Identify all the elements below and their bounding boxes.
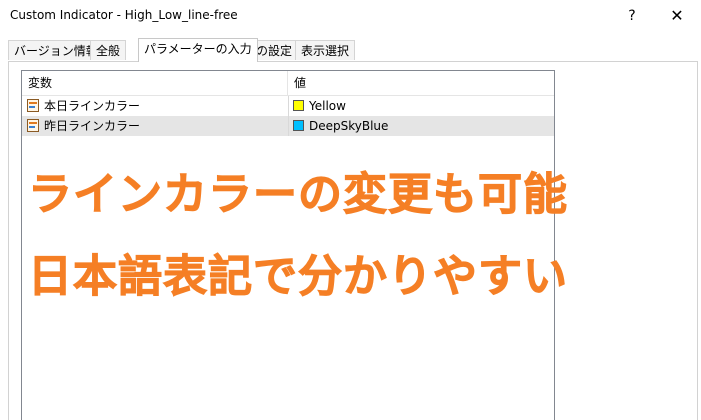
param-name-cell: 本日ラインカラー [26, 96, 286, 116]
close-button[interactable]: ✕ [655, 3, 699, 29]
param-name: 本日ラインカラー [44, 99, 141, 113]
param-name-cell: 昨日ラインカラー [26, 116, 286, 136]
color-swatch-icon [293, 120, 304, 131]
list-header: 変数 値 [22, 71, 554, 96]
tab-parameters[interactable]: パラメーターの入力 [138, 38, 258, 62]
window-title: Custom Indicator - High_Low_line-free [10, 8, 238, 22]
tab-general[interactable]: 全般 [90, 40, 127, 60]
parameter-icon [26, 119, 40, 132]
help-button[interactable]: ? [612, 3, 652, 29]
param-name: 昨日ラインカラー [44, 119, 141, 133]
title-bar: Custom Indicator - High_Low_line-free ? … [0, 0, 701, 32]
table-row[interactable]: 本日ラインカラー Yellow [22, 96, 554, 116]
param-value-cell[interactable]: Yellow [288, 96, 554, 116]
table-row[interactable]: 昨日ラインカラー DeepSkyBlue [22, 116, 554, 136]
param-value: Yellow [309, 99, 346, 113]
param-value-cell[interactable]: DeepSkyBlue [288, 116, 554, 136]
promo-text-line-1: ラインカラーの変更も可能 [28, 169, 568, 221]
param-value: DeepSkyBlue [309, 119, 389, 133]
tab-strip: バージョン情報 全般 パラメーターの入力 色の設定 表示選択 [8, 38, 698, 62]
color-swatch-icon [293, 100, 304, 111]
promo-text-line-2: 日本語表記で分かりやすい [28, 251, 568, 303]
parameter-icon [26, 99, 40, 112]
column-header-variable[interactable]: 変数 [22, 71, 288, 95]
column-header-value[interactable]: 値 [288, 71, 554, 95]
tab-visualization[interactable]: 表示選択 [295, 40, 356, 60]
